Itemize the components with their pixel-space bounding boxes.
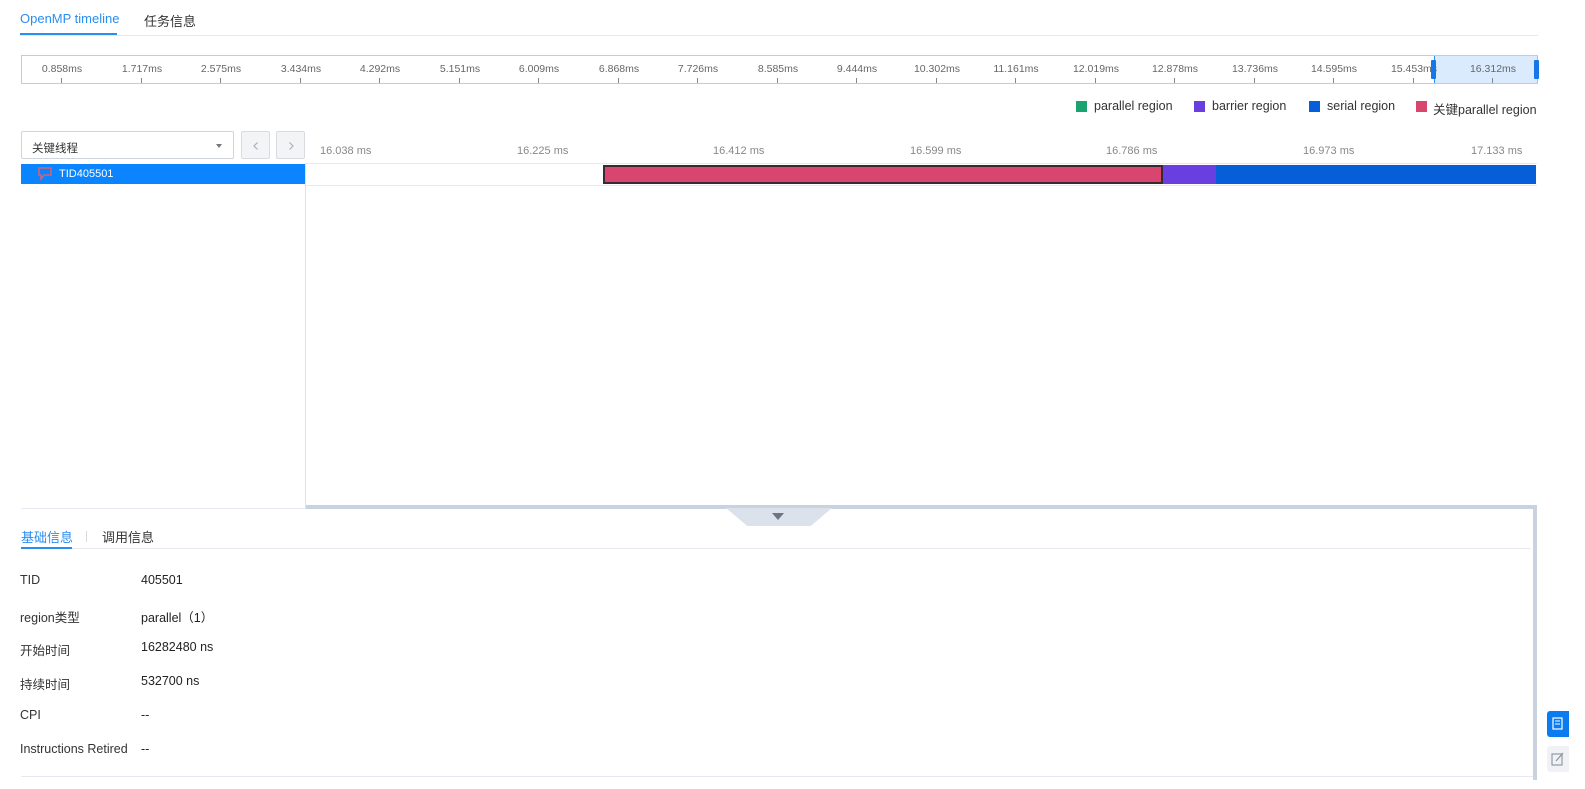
overview-tick: 12.878ms xyxy=(1135,56,1215,83)
thread-list: TID405501 xyxy=(21,163,306,509)
tab-separator xyxy=(86,531,87,542)
caret-down-icon xyxy=(772,513,784,520)
chevron-right-icon xyxy=(289,142,294,150)
time-axis-label: 16.038 ms xyxy=(320,145,372,157)
overview-tick: 13.736ms xyxy=(1215,56,1295,83)
thread-filter-value: 关键线程 xyxy=(32,143,78,155)
info-value: -- xyxy=(141,708,150,722)
edit-icon xyxy=(1551,752,1564,766)
overview-tick: 7.726ms xyxy=(658,56,738,83)
overview-tick: 16.312ms xyxy=(1453,56,1533,83)
timeline-track-area[interactable] xyxy=(306,163,1537,506)
info-key: Instructions Retired xyxy=(20,742,128,756)
edit-button[interactable] xyxy=(1547,746,1569,772)
info-key: region类型 xyxy=(20,611,80,625)
flag-icon xyxy=(38,167,52,181)
tab-call-info[interactable]: 调用信息 xyxy=(102,527,154,546)
info-value: -- xyxy=(141,742,150,756)
info-value: parallel（1） xyxy=(141,611,214,625)
tab-openmp-timeline[interactable]: OpenMP timeline xyxy=(20,11,119,26)
overview-left-handle[interactable] xyxy=(1431,60,1436,79)
active-tab-indicator xyxy=(21,547,72,549)
chevron-down-icon xyxy=(216,144,222,148)
list-view-button[interactable] xyxy=(1547,711,1569,737)
time-axis-label: 16.225 ms xyxy=(517,145,569,157)
next-button[interactable] xyxy=(276,131,305,159)
legend-swatch xyxy=(1076,101,1087,112)
overview-tick: 3.434ms xyxy=(261,56,341,83)
tab-basic-info[interactable]: 基础信息 xyxy=(21,527,73,546)
info-value: 532700 ns xyxy=(141,674,200,688)
overview-tick: 5.151ms xyxy=(420,56,500,83)
info-key: 持续时间 xyxy=(20,678,71,692)
overview-tick: 6.868ms xyxy=(579,56,659,83)
time-axis-label: 16.973 ms xyxy=(1303,145,1355,157)
info-key: TID xyxy=(20,573,41,587)
detail-panel-scrollbar[interactable] xyxy=(1533,508,1537,780)
overview-tick: 0.858ms xyxy=(22,56,102,83)
critical-parallel-region-bar[interactable] xyxy=(603,165,1163,184)
serial-region-bar[interactable] xyxy=(1216,165,1536,184)
overview-tick: 1.717ms xyxy=(102,56,182,83)
divider xyxy=(21,776,1533,777)
thread-row[interactable]: TID405501 xyxy=(21,164,305,184)
overview-tick: 14.595ms xyxy=(1294,56,1374,83)
active-tab-indicator xyxy=(20,33,117,35)
overview-tick: 8.585ms xyxy=(738,56,818,83)
time-axis-label: 17.133 ms xyxy=(1471,145,1523,157)
chevron-left-icon xyxy=(253,142,258,150)
overview-tick: 9.444ms xyxy=(817,56,897,83)
overview-tick: 2.575ms xyxy=(181,56,261,83)
time-axis-label: 16.599 ms xyxy=(910,145,962,157)
track-divider xyxy=(306,185,1537,186)
list-icon xyxy=(1552,717,1563,730)
detail-tab-bar: 基础信息 调用信息 xyxy=(21,520,1531,549)
legend-swatch xyxy=(1416,101,1427,112)
overview-right-handle[interactable] xyxy=(1534,60,1539,79)
overview-tick: 10.302ms xyxy=(897,56,977,83)
time-axis-label: 16.412 ms xyxy=(713,145,765,157)
info-key: 开始时间 xyxy=(20,644,71,658)
prev-button[interactable] xyxy=(241,131,270,159)
barrier-region-bar[interactable] xyxy=(1163,165,1216,184)
legend-swatch xyxy=(1309,101,1320,112)
overview-tick: 4.292ms xyxy=(340,56,420,83)
top-tab-bar: OpenMP timeline 任务信息 xyxy=(20,0,1538,36)
panel-splitter[interactable] xyxy=(306,505,1537,509)
legend-swatch xyxy=(1194,101,1205,112)
time-axis-label: 16.786 ms xyxy=(1106,145,1158,157)
thread-label: TID405501 xyxy=(59,168,114,180)
overview-ruler[interactable]: 0.858ms 1.717ms 2.575ms 3.434ms 4.292ms … xyxy=(21,55,1539,84)
info-key: CPI xyxy=(20,708,41,722)
info-value: 16282480 ns xyxy=(141,640,214,654)
tab-task-info[interactable]: 任务信息 xyxy=(144,11,196,30)
info-value: 405501 xyxy=(141,573,183,587)
thread-filter-select[interactable]: 关键线程 xyxy=(21,131,234,159)
overview-tick: 12.019ms xyxy=(1056,56,1136,83)
overview-tick: 11.161ms xyxy=(976,56,1056,83)
overview-tick: 6.009ms xyxy=(499,56,579,83)
